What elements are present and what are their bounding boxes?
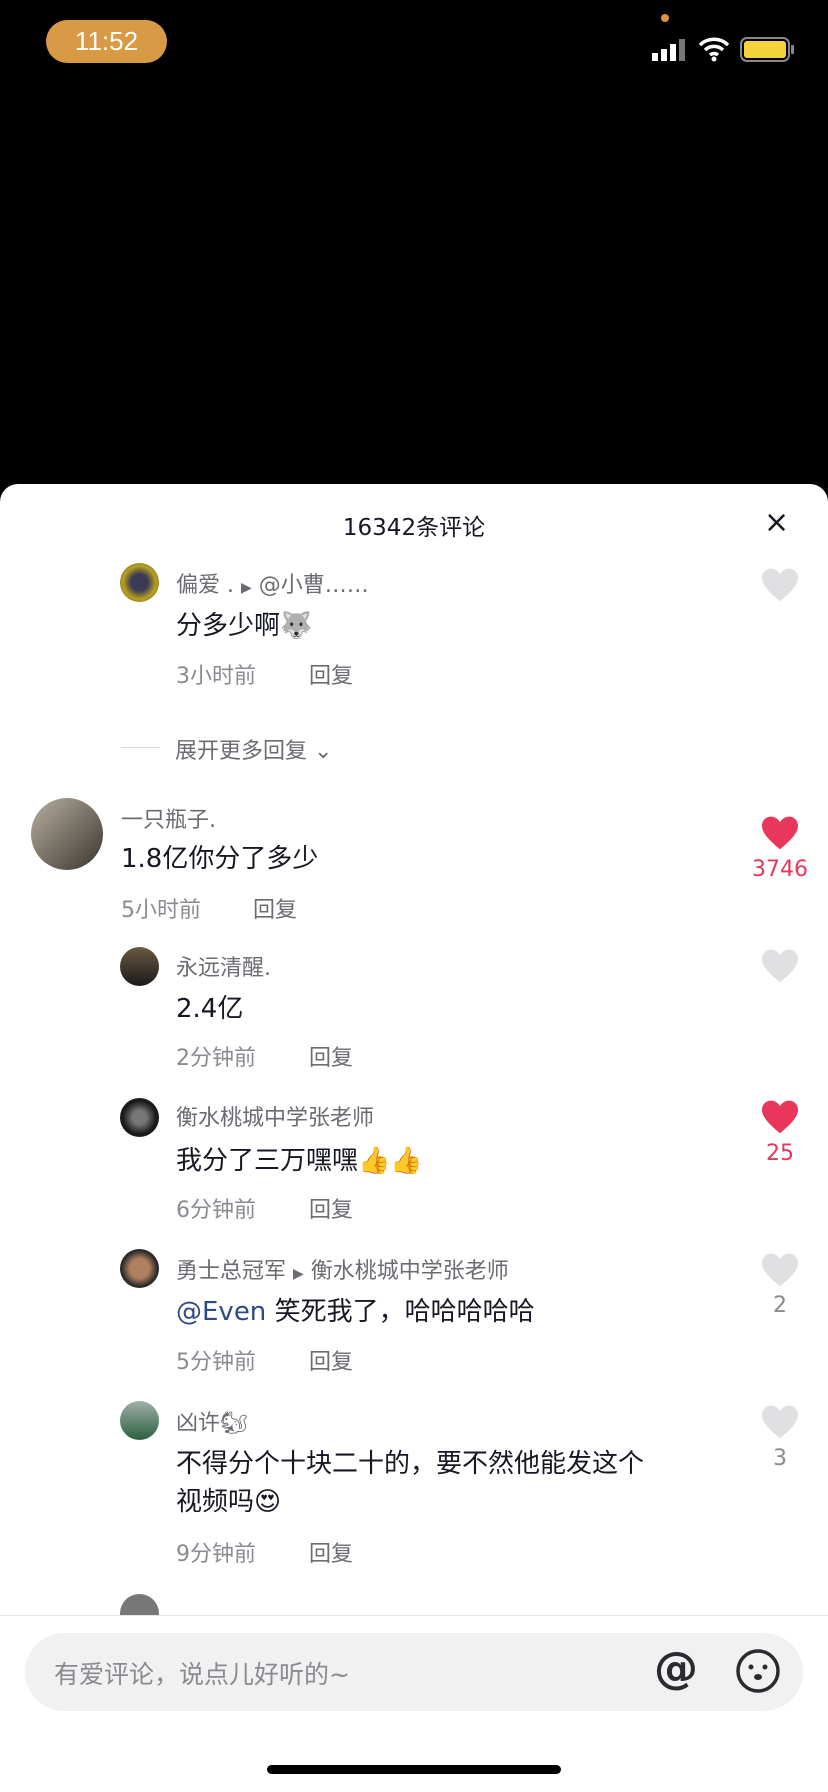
heart-icon[interactable]	[760, 1252, 800, 1288]
like-count: 25	[766, 1141, 794, 1166]
privacy-indicator	[661, 14, 669, 22]
emoji-icon[interactable]	[735, 1648, 781, 1694]
heart-icon[interactable]	[760, 1404, 800, 1440]
comment-time: 5小时前	[121, 898, 201, 923]
comment-author[interactable]: 偏爱 . ▶ @小曹……	[176, 567, 369, 599]
reply-button[interactable]: 回复	[309, 658, 353, 690]
avatar[interactable]	[120, 1401, 159, 1440]
avatar[interactable]	[120, 1098, 159, 1137]
comments-sheet	[0, 484, 828, 1792]
avatar[interactable]	[120, 563, 159, 602]
comment-time: 3小时前	[176, 664, 256, 689]
avatar[interactable]	[120, 1249, 159, 1288]
comment-text: 2.4亿	[176, 994, 244, 1024]
comment-author[interactable]: 一只瓶子.	[121, 802, 216, 834]
like-count: 3746	[752, 857, 808, 882]
home-indicator[interactable]	[267, 1765, 561, 1774]
comment-text-line2: 视频吗😍	[176, 1487, 282, 1517]
comment-text: 分多少啊🐺	[176, 611, 313, 641]
comment-text: 我分了三万嘿嘿👍👍	[176, 1146, 423, 1176]
divider	[121, 747, 160, 748]
battery-icon	[740, 37, 794, 62]
close-icon[interactable]: ×	[764, 505, 789, 540]
comment-author[interactable]: 凶许🐿	[176, 1405, 248, 1437]
heart-icon[interactable]	[760, 948, 800, 984]
comment-time: 9分钟前	[176, 1542, 256, 1567]
chevron-down-icon: ⌄	[314, 739, 333, 764]
comment-author[interactable]: 衡水桃城中学张老师	[176, 1100, 374, 1132]
comment-author[interactable]: 勇士总冠军 ▶ 衡水桃城中学张老师	[176, 1253, 509, 1285]
reply-button[interactable]: 回复	[253, 892, 297, 924]
comment-text: 不得分个十块二十的，要不然他能发这个	[176, 1449, 645, 1479]
comment-time: 2分钟前	[176, 1046, 256, 1071]
like-count: 2	[773, 1293, 787, 1318]
heart-filled-icon[interactable]	[760, 1099, 800, 1135]
reply-button[interactable]: 回复	[309, 1040, 353, 1072]
reply-button[interactable]: 回复	[309, 1344, 353, 1376]
comment-time: 6分钟前	[176, 1198, 256, 1223]
like-count: 3	[773, 1446, 787, 1471]
signal-icon	[652, 39, 685, 61]
reply-button[interactable]: 回复	[309, 1192, 353, 1224]
mention-link[interactable]: @Even	[176, 1297, 266, 1327]
reply-button[interactable]: 回复	[309, 1536, 353, 1568]
wifi-icon	[698, 37, 730, 62]
comment-author[interactable]: 永远清醒.	[176, 950, 271, 982]
comment-text: 1.8亿你分了多少	[121, 844, 319, 874]
status-time: 11:52	[46, 20, 167, 63]
comment-input-placeholder[interactable]: 有爱评论，说点儿好听的~	[54, 1655, 350, 1691]
heart-filled-icon[interactable]	[760, 815, 800, 851]
comments-count-title: 16342条评论	[342, 515, 486, 541]
heart-icon[interactable]	[760, 567, 800, 603]
comment-text: @Even 笑死我了，哈哈哈哈哈	[176, 1297, 535, 1327]
comment-time: 5分钟前	[176, 1350, 256, 1375]
mention-at-icon[interactable]: @	[654, 1644, 698, 1694]
expand-more-replies-button[interactable]: 展开更多回复 ⌄	[175, 733, 332, 765]
divider	[0, 1615, 828, 1616]
avatar[interactable]	[31, 798, 103, 870]
avatar[interactable]	[120, 947, 159, 986]
